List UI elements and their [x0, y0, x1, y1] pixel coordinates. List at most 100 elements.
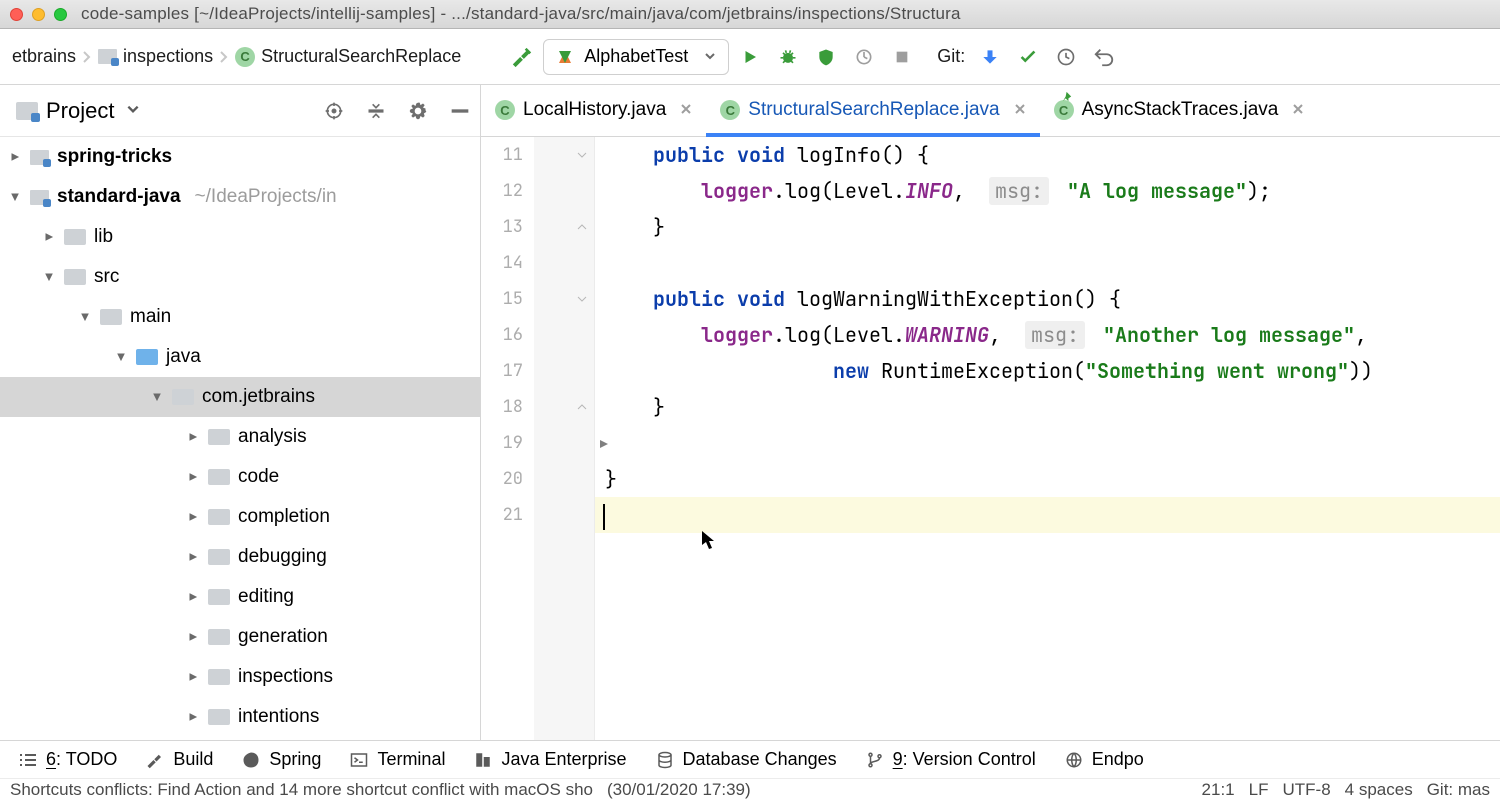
text-caret: [603, 504, 605, 530]
expand-icon[interactable]: [186, 712, 200, 722]
git-revert-button[interactable]: [1087, 40, 1121, 74]
expand-icon[interactable]: [186, 592, 200, 602]
status-line-ending[interactable]: LF: [1249, 780, 1269, 800]
tree-label: code: [238, 457, 279, 497]
tree-node[interactable]: intentions: [0, 697, 480, 737]
collapse-icon[interactable]: [42, 272, 56, 282]
tree-label: java: [166, 337, 201, 377]
editor-tab[interactable]: CAsyncStackTraces.java: [1040, 84, 1319, 136]
minimize-window-button[interactable]: [32, 8, 45, 21]
breadcrumb-item[interactable]: inspections: [92, 42, 219, 71]
close-icon[interactable]: [680, 99, 692, 121]
tool-label: Java Enterprise: [501, 749, 626, 770]
folder-icon: [100, 309, 122, 325]
tree-node[interactable]: analysis: [0, 417, 480, 457]
run-button[interactable]: [733, 40, 767, 74]
collapse-all-icon[interactable]: [366, 101, 386, 121]
class-icon: C: [235, 47, 255, 67]
status-position[interactable]: 21:1: [1202, 780, 1235, 800]
main-content: Project spring-tricks standard-java~/Ide…: [0, 85, 1500, 740]
zoom-window-button[interactable]: [54, 8, 67, 21]
status-indent[interactable]: 4 spaces: [1345, 780, 1413, 800]
project-tool-header: Project: [0, 85, 480, 137]
git-commit-button[interactable]: [1011, 40, 1045, 74]
breadcrumb-item[interactable]: etbrains: [6, 42, 82, 71]
expand-icon[interactable]: [8, 152, 22, 162]
collapse-icon[interactable]: [8, 192, 22, 202]
close-icon[interactable]: [1292, 99, 1304, 121]
expand-icon[interactable]: [186, 672, 200, 682]
tree-node[interactable]: editing: [0, 577, 480, 617]
java-ee-tool-button[interactable]: Java Enterprise: [473, 749, 626, 770]
tree-node-selected[interactable]: com.jetbrains: [0, 377, 480, 417]
close-window-button[interactable]: [10, 8, 23, 21]
fold-icon[interactable]: [576, 281, 588, 317]
tree-node[interactable]: standard-java~/IdeaProjects/in: [0, 177, 480, 217]
expand-icon[interactable]: [186, 432, 200, 442]
locate-icon[interactable]: [324, 101, 344, 121]
spring-tool-button[interactable]: Spring: [241, 749, 321, 770]
collapse-icon[interactable]: [114, 352, 128, 362]
todo-tool-button[interactable]: 6: TODO: [18, 749, 117, 770]
tree-node[interactable]: inspections: [0, 657, 480, 697]
tree-node[interactable]: java: [0, 337, 480, 377]
breadcrumb-item[interactable]: CStructuralSearchReplace: [229, 42, 467, 71]
tree-node[interactable]: main: [0, 297, 480, 337]
tool-label: 9: Version Control: [893, 749, 1036, 770]
endpoints-tool-button[interactable]: Endpo: [1064, 749, 1144, 770]
tree-node[interactable]: code: [0, 457, 480, 497]
close-icon[interactable]: [1014, 99, 1026, 121]
fold-icon[interactable]: [576, 209, 588, 245]
project-tree[interactable]: spring-tricks standard-java~/IdeaProject…: [0, 137, 480, 740]
code-text[interactable]: public void logInfo() { logger.log(Level…: [595, 137, 1500, 740]
branch-icon: [865, 750, 885, 770]
profile-button[interactable]: [847, 40, 881, 74]
tree-node[interactable]: src: [0, 257, 480, 297]
coverage-button[interactable]: [809, 40, 843, 74]
terminal-tool-button[interactable]: Terminal: [349, 749, 445, 770]
editor-tab-active[interactable]: CStructuralSearchReplace.java: [706, 84, 1039, 136]
database-tool-button[interactable]: Database Changes: [655, 749, 837, 770]
fold-icon[interactable]: [576, 137, 588, 173]
tool-label: Terminal: [377, 749, 445, 770]
code-editor[interactable]: 11 12 13 14 15 16 17 18 19 20 21 public …: [481, 137, 1500, 740]
status-branch[interactable]: Git: mas: [1427, 780, 1490, 800]
tree-node[interactable]: generation: [0, 617, 480, 657]
editor-gutter[interactable]: 11 12 13 14 15 16 17 18 19 20 21: [481, 137, 595, 740]
tab-label: AsyncStackTraces.java: [1082, 99, 1279, 121]
tree-label: intentions: [238, 697, 319, 737]
status-encoding[interactable]: UTF-8: [1282, 780, 1330, 800]
collapse-icon[interactable]: [78, 312, 92, 322]
build-tool-button[interactable]: Build: [145, 749, 213, 770]
build-hammer-button[interactable]: [505, 40, 539, 74]
module-icon: [30, 190, 49, 205]
expand-icon[interactable]: [186, 472, 200, 482]
stop-button[interactable]: [885, 40, 919, 74]
git-update-button[interactable]: [973, 40, 1007, 74]
chevron-right-icon: [82, 47, 92, 67]
tree-node[interactable]: debugging: [0, 537, 480, 577]
expand-icon[interactable]: [186, 552, 200, 562]
expand-icon[interactable]: [42, 232, 56, 242]
debug-button[interactable]: [771, 40, 805, 74]
fold-icon[interactable]: [576, 389, 588, 425]
tree-node[interactable]: lib: [0, 217, 480, 257]
window-title: code-samples [~/IdeaProjects/intellij-sa…: [81, 4, 961, 24]
git-history-button[interactable]: [1049, 40, 1083, 74]
version-control-tool-button[interactable]: 9: Version Control: [865, 749, 1036, 770]
run-configuration-selector[interactable]: AlphabetTest: [543, 39, 729, 75]
expand-icon[interactable]: [186, 512, 200, 522]
chevron-down-icon[interactable]: [126, 102, 140, 119]
gear-icon[interactable]: [408, 101, 428, 121]
project-tool-actions: [324, 101, 470, 121]
project-tool-title[interactable]: Project: [46, 98, 114, 124]
collapse-icon[interactable]: [150, 392, 164, 402]
hide-icon[interactable]: [450, 101, 470, 121]
editor-tab[interactable]: CLocalHistory.java: [481, 84, 706, 136]
tree-node[interactable]: spring-tricks: [0, 137, 480, 177]
tool-label: Endpo: [1092, 749, 1144, 770]
tree-node[interactable]: completion: [0, 497, 480, 537]
tree-label: completion: [238, 497, 330, 537]
expand-icon[interactable]: [186, 632, 200, 642]
terminal-icon: [349, 750, 369, 770]
